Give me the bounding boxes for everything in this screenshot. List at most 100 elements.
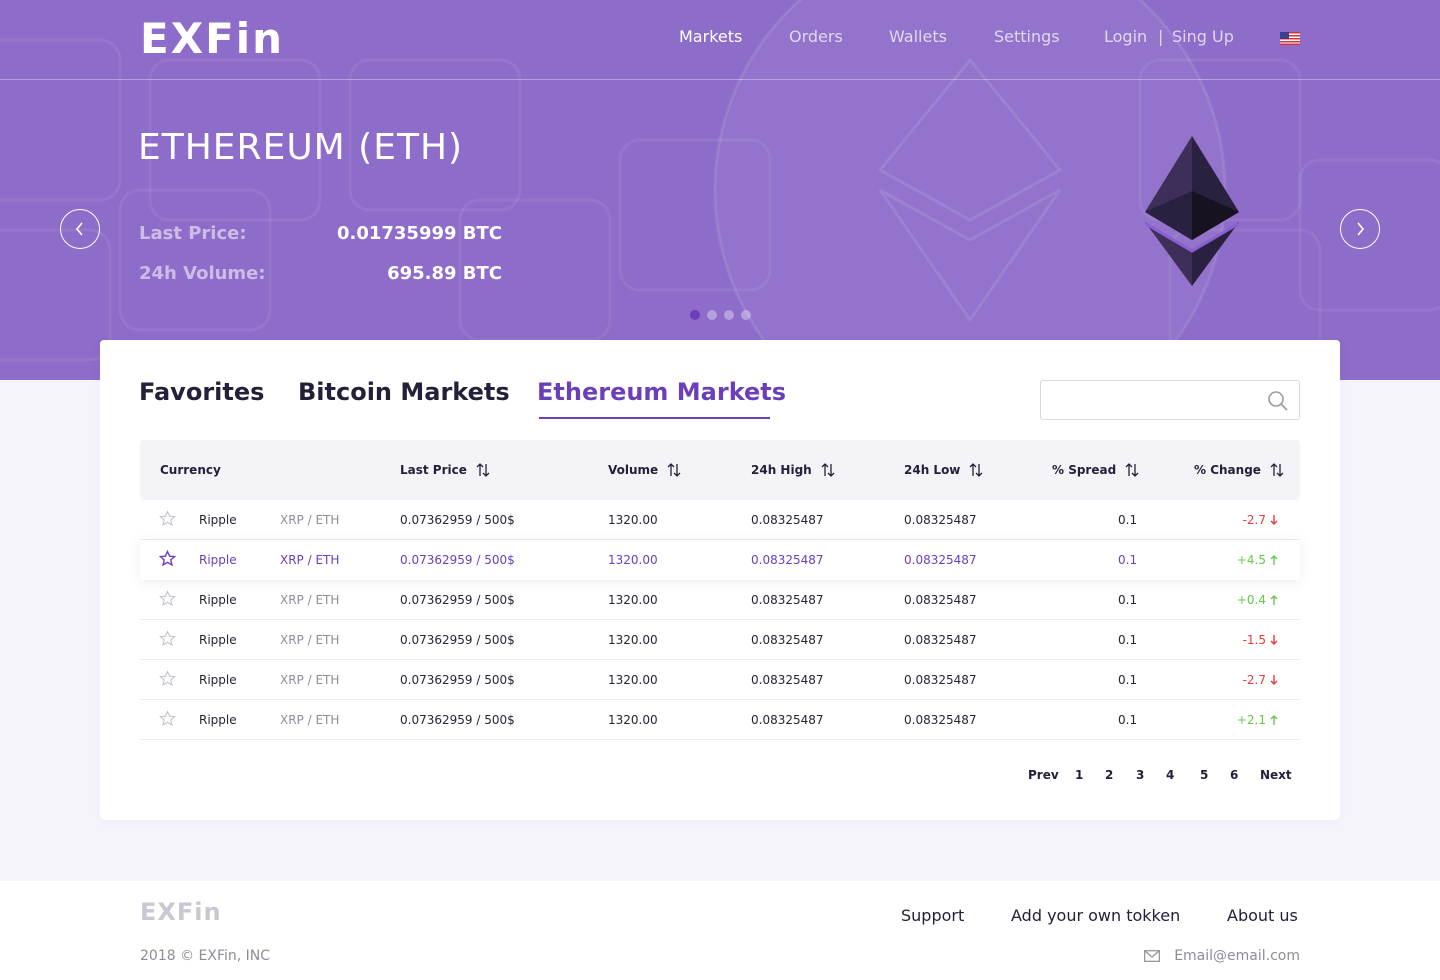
table-row[interactable]: Ripple XRP / ETH 0.07362959 / 500$ 1320.00 0…	[140, 580, 1300, 620]
pagination-page-2[interactable]: 2	[1105, 766, 1113, 784]
last-price: 0.07362959 / 500$	[400, 553, 515, 567]
prev-slide-button[interactable]	[60, 209, 100, 249]
last-price: 0.07362959 / 500$	[400, 593, 515, 607]
spread: 0.1	[1118, 593, 1138, 607]
table-row[interactable]: Ripple XRP / ETH 0.07362959 / 500$ 1320.00 0…	[140, 620, 1300, 660]
ethereum-icon	[1145, 136, 1239, 286]
last-price: 0.07362959 / 500$	[400, 513, 515, 527]
arrow-down-icon	[1270, 675, 1278, 685]
search-input[interactable]	[1053, 381, 1263, 419]
footer-link-about[interactable]: About us	[1227, 905, 1298, 927]
table-header: Currency Last Price Volume 24h High 24h …	[140, 440, 1300, 500]
volume: 1320.00	[608, 593, 658, 607]
column-currency: Currency	[160, 461, 221, 479]
us-flag-icon[interactable]	[1280, 32, 1300, 45]
star-icon[interactable]	[159, 550, 176, 567]
logo[interactable]: EXFin	[140, 16, 284, 62]
search-icon[interactable]	[1267, 390, 1289, 412]
hero-banner: EXFin Markets Orders Wallets Settings Lo…	[0, 0, 1440, 380]
nav-markets[interactable]: Markets	[679, 26, 742, 48]
change-value: -1.5	[1243, 631, 1278, 649]
column-last-price[interactable]: Last Price	[400, 461, 491, 479]
slide-dot[interactable]	[707, 310, 717, 320]
change-value: -2.7	[1243, 511, 1278, 529]
last-price-label: Last Price:	[139, 223, 247, 244]
spread: 0.1	[1118, 713, 1138, 727]
arrow-down-icon	[1270, 635, 1278, 645]
column-label: 24h Low	[904, 463, 961, 477]
currency-name: Ripple	[199, 593, 237, 607]
envelope-icon	[1144, 950, 1161, 962]
tab-favorites[interactable]: Favorites	[139, 376, 264, 408]
high-24h: 0.08325487	[751, 633, 824, 647]
nav-settings[interactable]: Settings	[994, 26, 1060, 48]
star-icon[interactable]	[159, 630, 176, 647]
volume: 1320.00	[608, 513, 658, 527]
footer-link-support[interactable]: Support	[901, 905, 964, 927]
star-icon[interactable]	[159, 710, 176, 727]
high-24h: 0.08325487	[751, 673, 824, 687]
footer-email-text: Email@email.com	[1174, 948, 1300, 964]
low-24h: 0.08325487	[904, 713, 977, 727]
arrow-up-icon	[1270, 715, 1278, 725]
star-icon[interactable]	[159, 590, 176, 607]
change-text: -2.7	[1242, 673, 1266, 687]
low-24h: 0.08325487	[904, 593, 977, 607]
column-volume[interactable]: Volume	[608, 461, 682, 479]
last-price: 0.07362959 / 500$	[400, 713, 515, 727]
high-24h: 0.08325487	[751, 713, 824, 727]
sort-icon[interactable]	[1124, 462, 1140, 478]
sort-icon[interactable]	[475, 462, 491, 478]
footer-email[interactable]: Email@email.com	[1144, 946, 1300, 966]
nav-sign-up[interactable]: Sing Up	[1172, 26, 1234, 48]
column-label: % Change	[1194, 463, 1261, 477]
copyright: 2018 © EXFin, INC	[140, 948, 271, 964]
nav-wallets[interactable]: Wallets	[889, 26, 947, 48]
sort-icon[interactable]	[666, 462, 682, 478]
pagination-next[interactable]: Next	[1260, 766, 1292, 784]
slide-indicators	[690, 310, 751, 320]
pagination-page-3[interactable]: 3	[1136, 766, 1144, 784]
table-row[interactable]: Ripple XRP / ETH 0.07362959 / 500$ 1320.00 0…	[140, 500, 1300, 540]
footer: EXFin Support Add your own tokken About …	[0, 881, 1440, 980]
column-change[interactable]: % Change	[1194, 461, 1285, 479]
star-icon[interactable]	[159, 510, 176, 527]
column-24h-high[interactable]: 24h High	[751, 461, 836, 479]
slide-dot[interactable]	[690, 310, 700, 320]
search-box	[1040, 380, 1300, 420]
pagination-page-6[interactable]: 6	[1230, 766, 1238, 784]
tab-ethereum-markets[interactable]: Ethereum Markets	[537, 376, 786, 408]
high-24h: 0.08325487	[751, 513, 824, 527]
tab-bitcoin-markets[interactable]: Bitcoin Markets	[298, 376, 510, 408]
footer-logo[interactable]: EXFin	[140, 898, 222, 926]
column-spread[interactable]: % Spread	[1052, 461, 1140, 479]
sort-icon[interactable]	[968, 462, 984, 478]
footer-link-add-token[interactable]: Add your own tokken	[1011, 905, 1180, 927]
pagination-prev[interactable]: Prev	[1028, 766, 1059, 784]
arrow-up-icon	[1270, 555, 1278, 565]
pagination-page-4[interactable]: 4	[1166, 766, 1174, 784]
star-icon[interactable]	[159, 670, 176, 687]
spread: 0.1	[1118, 633, 1138, 647]
slide-dot[interactable]	[741, 310, 751, 320]
table-row[interactable]: Ripple XRP / ETH 0.07362959 / 500$ 1320.00 0…	[140, 660, 1300, 700]
nav-login[interactable]: Login	[1104, 26, 1147, 48]
volume-label: 24h Volume:	[139, 263, 266, 284]
pagination-page-1[interactable]: 1	[1075, 766, 1083, 784]
change-text: +0.4	[1236, 593, 1266, 607]
slide-dot[interactable]	[724, 310, 734, 320]
currency-pair: XRP / ETH	[280, 553, 340, 567]
currency-pair: XRP / ETH	[280, 633, 340, 647]
table-row[interactable]: Ripple XRP / ETH 0.07362959 / 500$ 1320.00 0…	[140, 700, 1300, 740]
next-slide-button[interactable]	[1340, 209, 1380, 249]
top-navigation: EXFin Markets Orders Wallets Settings Lo…	[0, 0, 1440, 80]
column-24h-low[interactable]: 24h Low	[904, 461, 984, 479]
spread: 0.1	[1118, 553, 1138, 567]
sort-icon[interactable]	[820, 462, 836, 478]
table-row[interactable]: Ripple XRP / ETH 0.07362959 / 500$ 1320.00 0…	[140, 540, 1300, 580]
sort-icon[interactable]	[1269, 462, 1285, 478]
nav-orders[interactable]: Orders	[789, 26, 843, 48]
currency-pair: XRP / ETH	[280, 513, 340, 527]
pagination-page-5[interactable]: 5	[1200, 766, 1208, 784]
volume: 1320.00	[608, 673, 658, 687]
